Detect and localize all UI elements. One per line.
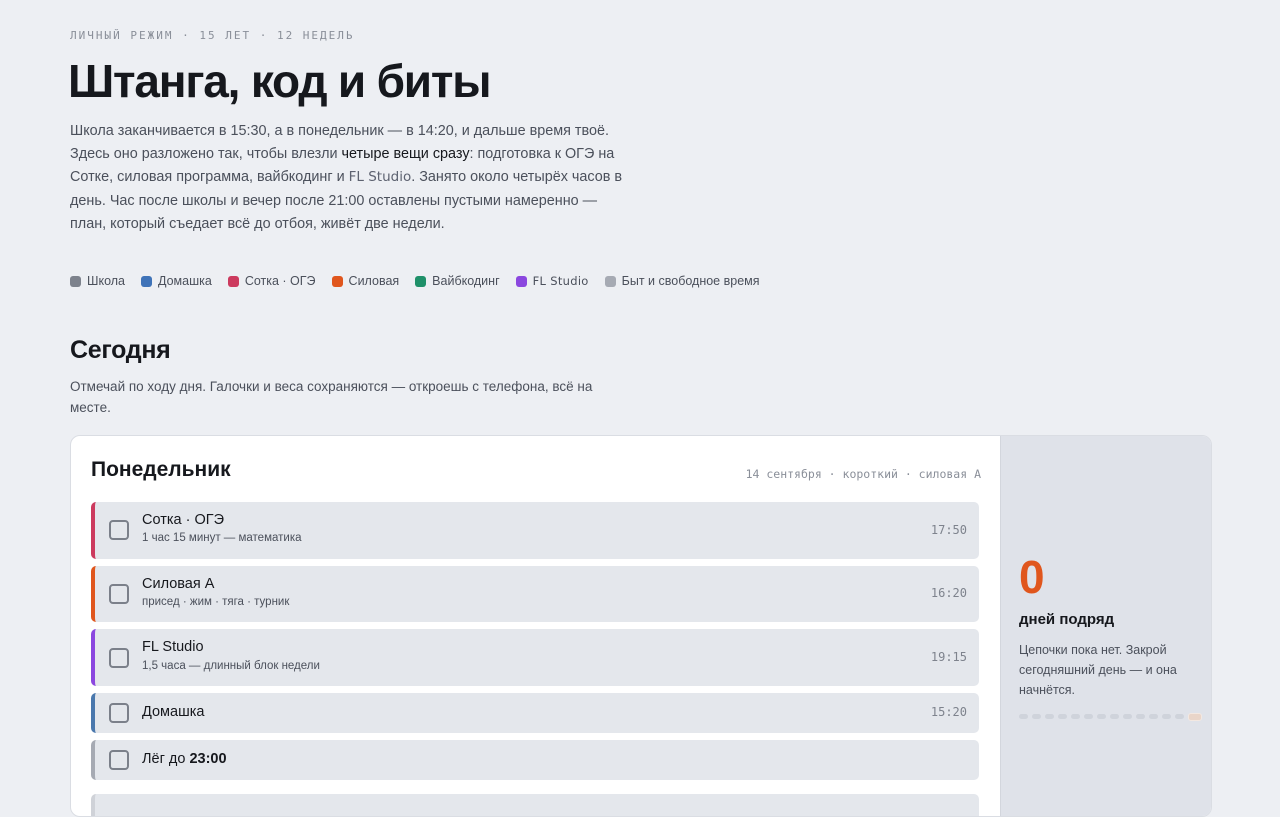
task-row-fl-studio[interactable]: FL Studio 1,5 часа — длинный блок недели… (91, 629, 979, 686)
task-title: Силовая А (142, 576, 215, 592)
legend-label: Быт и свободное время (621, 274, 760, 288)
legend-swatch-homework (141, 275, 152, 287)
legend-item-life: Быт и свободное время (604, 274, 760, 288)
streak-dot-today (1188, 713, 1202, 721)
streak-dot (1175, 714, 1184, 719)
today-card: Понедельник 14 сентября · короткий · сил… (70, 435, 1212, 817)
legend-label: FL Studio (532, 274, 589, 288)
streak-dot (1032, 714, 1041, 719)
day-name: Понедельник (91, 458, 231, 481)
legend-label: Сотка · ОГЭ (244, 274, 316, 288)
task-title-prefix: Лёг до (142, 751, 190, 767)
streak-dot (1097, 714, 1106, 719)
streak-hint: Цепочки пока нет. Закрой сегодняшний ден… (1019, 643, 1177, 697)
task-checkbox[interactable] (109, 703, 129, 723)
legend-item-strength: Силовая (331, 274, 400, 288)
intro-text: Школа заканчивается в 15:30, а в понедел… (70, 120, 630, 236)
legend-item-sotka: Сотка · ОГЭ (227, 274, 316, 288)
task-row-strength[interactable]: Силовая А присед · жим · тяга · турник 1… (91, 566, 979, 622)
day-meta: 14 сентября · короткий · силовая А (745, 467, 981, 481)
task-checkbox[interactable] (109, 648, 129, 668)
task-row-next[interactable] (91, 794, 979, 816)
legend-swatch-vibecoding (415, 275, 427, 287)
page-kicker: ЛИЧНЫЙ РЕЖИМ · 15 ЛЕТ · 12 НЕДЕЛЬ (70, 29, 355, 42)
section-title-today: Сегодня (70, 336, 171, 364)
legend-label: Силовая (348, 274, 400, 288)
legend-label: Домашка (158, 274, 212, 288)
intro-fl-studio: FL Studio (348, 169, 412, 186)
legend-swatch-school (70, 275, 81, 287)
page-title: Штанга, код и биты (68, 55, 491, 107)
legend-label: Школа (87, 274, 125, 288)
streak-dot (1110, 714, 1119, 719)
streak-panel: 0 дней подряд Цепочки пока нет. Закрой с… (1000, 436, 1211, 816)
streak-dot (1162, 714, 1171, 719)
streak-count: 0 (1019, 551, 1045, 603)
streak-dot (1136, 714, 1145, 719)
task-subtitle: 1,5 часа — длинный блок недели (142, 660, 320, 672)
task-subtitle: 1 час 15 минут — математика (142, 532, 302, 544)
streak-dot (1149, 714, 1158, 719)
task-title-time: 23:00 (189, 751, 227, 767)
task-row-homework[interactable]: Домашка 15:20 (91, 693, 979, 733)
legend-item-vibecoding: Вайбкодинг (415, 274, 500, 288)
section-subtitle-today: Отмечай по ходу дня. Галочки и веса сохр… (70, 379, 593, 415)
streak-dot (1019, 714, 1028, 719)
legend-swatch-life (604, 275, 616, 287)
task-checkbox[interactable] (109, 584, 129, 604)
streak-dot (1058, 714, 1067, 719)
task-checkbox[interactable] (109, 520, 129, 540)
task-title: Домашка (142, 704, 205, 720)
task-time: 17:50 (930, 523, 967, 537)
streak-dot (1123, 714, 1132, 719)
task-title: FL Studio (142, 639, 204, 655)
task-time: 19:15 (930, 650, 967, 664)
task-row-sleep[interactable]: Лёг до 23:00 (91, 740, 979, 780)
streak-dots (1019, 713, 1202, 721)
streak-dot (1084, 714, 1093, 719)
streak-dot (1071, 714, 1080, 719)
legend-swatch-fl-studio (515, 275, 527, 287)
legend-item-school: Школа (70, 274, 125, 288)
task-row-sotka[interactable]: Сотка · ОГЭ 1 час 15 минут — математика … (91, 502, 979, 559)
task-subtitle: присед · жим · тяга · турник (142, 596, 290, 608)
legend-swatch-sotka (227, 275, 239, 287)
legend-item-fl-studio: FL Studio (515, 274, 589, 288)
task-title: Сотка · ОГЭ (142, 512, 225, 528)
task-checkbox[interactable] (109, 750, 129, 770)
category-legend: Школа Домашка Сотка · ОГЭ Силовая Вайбко… (70, 274, 760, 288)
task-time: 15:20 (930, 705, 967, 719)
streak-label: дней подряд (1019, 611, 1115, 628)
task-title: Лёг до 23:00 (142, 751, 227, 767)
intro-highlight: четыре вещи сразу (341, 146, 470, 163)
legend-swatch-strength (331, 275, 343, 287)
task-time: 16:20 (930, 586, 967, 600)
streak-dot (1045, 714, 1054, 719)
legend-item-homework: Домашка (141, 274, 212, 288)
legend-label: Вайбкодинг (432, 274, 500, 288)
